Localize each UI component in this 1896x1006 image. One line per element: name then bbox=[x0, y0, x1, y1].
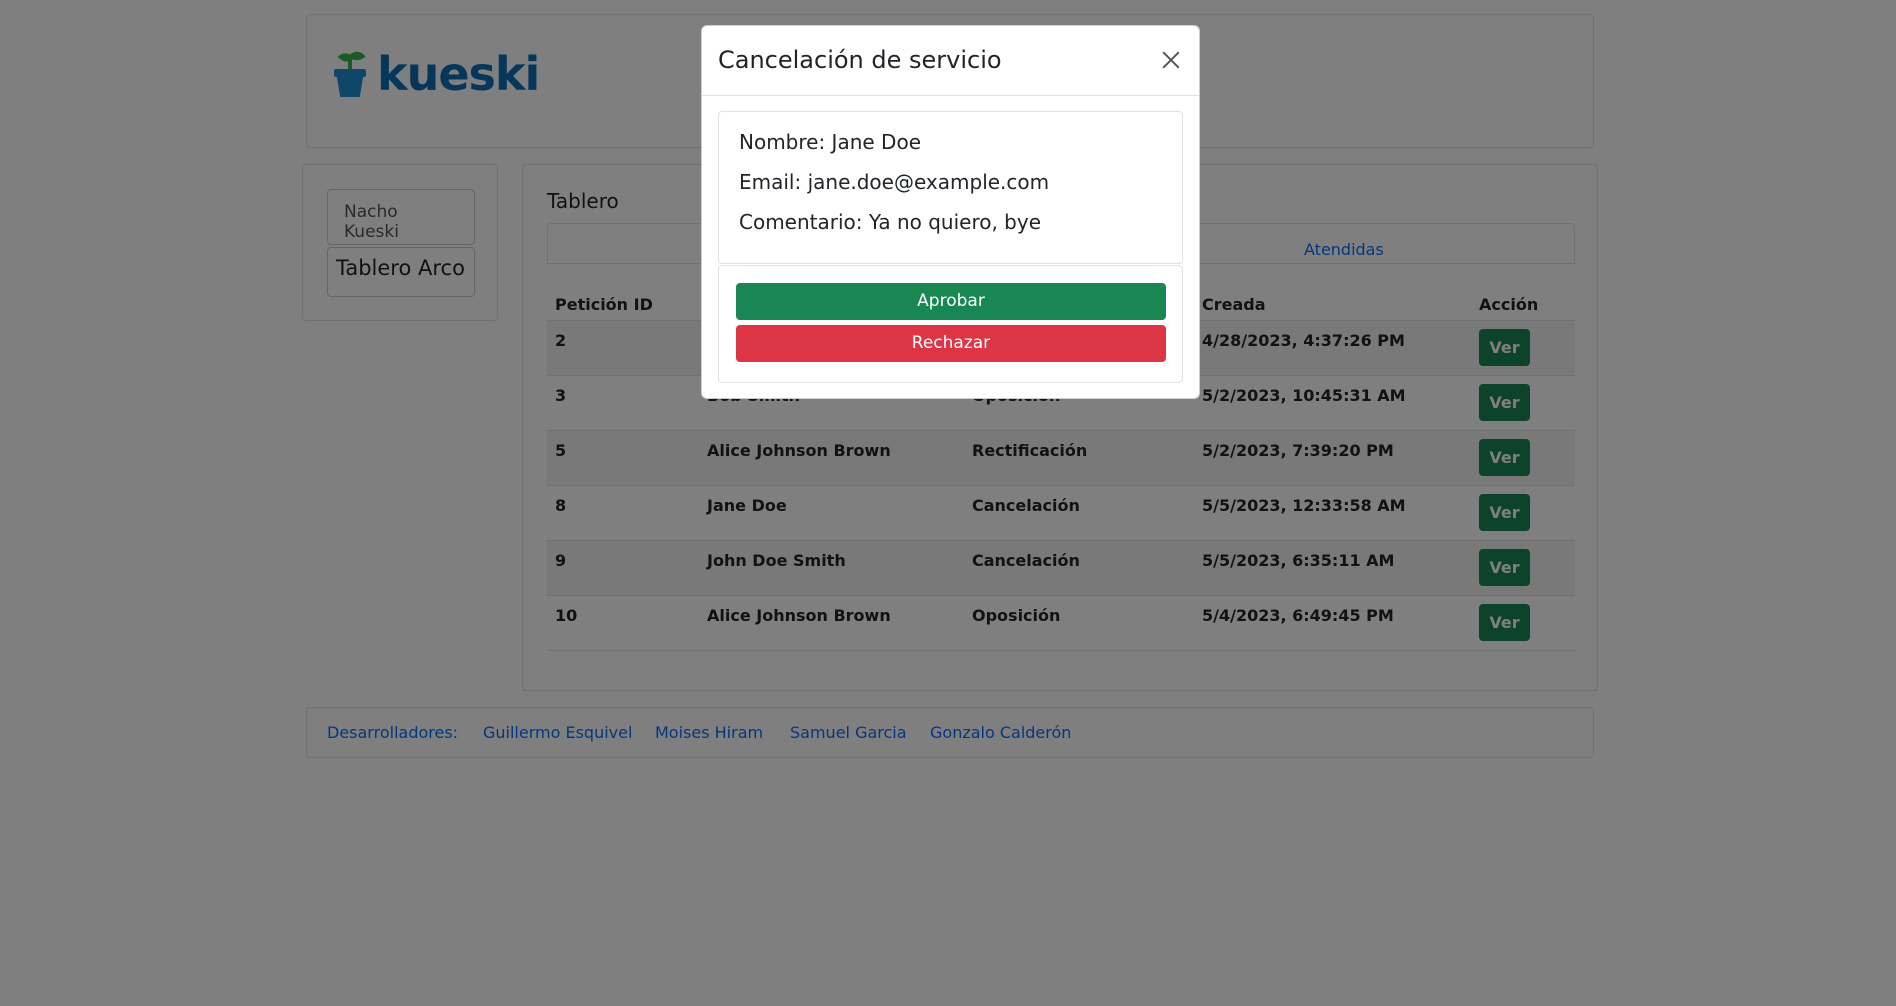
reject-button[interactable]: Rechazar bbox=[736, 325, 1166, 362]
info-comentario: Comentario: Ya no quiero, bye bbox=[739, 210, 1042, 234]
modal-actions: Aprobar Rechazar bbox=[718, 265, 1183, 383]
modal-header: Cancelación de servicio bbox=[702, 26, 1199, 96]
info-email: Email: jane.doe@example.com bbox=[739, 170, 1050, 194]
request-info-box: Nombre: Jane Doe Email: jane.doe@example… bbox=[718, 111, 1183, 264]
info-nombre: Nombre: Jane Doe bbox=[739, 130, 921, 154]
cancellation-modal: Cancelación de servicio Nombre: Jane Doe… bbox=[701, 25, 1200, 399]
approve-button[interactable]: Aprobar bbox=[736, 283, 1166, 320]
close-icon[interactable] bbox=[1157, 46, 1185, 74]
modal-title: Cancelación de servicio bbox=[718, 46, 1002, 74]
